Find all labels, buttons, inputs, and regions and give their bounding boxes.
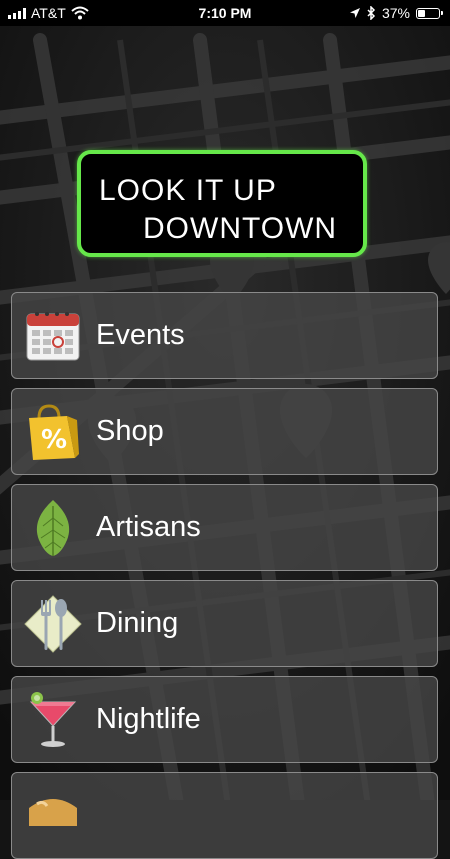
menu-item-shop[interactable]: % Shop xyxy=(11,388,438,475)
menu-item-nightlife[interactable]: Nightlife xyxy=(11,676,438,763)
logo-line1: LOOK IT UP xyxy=(99,174,277,208)
app-logo: LOOK IT UP DOWNTOWN xyxy=(77,150,367,257)
location-icon xyxy=(349,8,360,18)
menu-item-label: Dining xyxy=(96,607,179,639)
menu-item-dining[interactable]: Dining xyxy=(11,580,438,667)
shopping-bag-icon: % xyxy=(29,404,79,460)
menu-item-artisans[interactable]: Artisans xyxy=(11,484,438,571)
svg-text:%: % xyxy=(41,425,67,455)
leaf-icon xyxy=(36,500,70,556)
bread-icon xyxy=(29,799,77,826)
calendar-icon xyxy=(26,312,80,361)
menu-item-label: Artisans xyxy=(96,511,201,543)
menu-item-label: Shop xyxy=(96,415,164,447)
battery-percent: 37% xyxy=(381,5,410,21)
menu-item-partial[interactable] xyxy=(11,772,438,859)
cocktail-icon xyxy=(29,692,77,747)
status-right: 37% xyxy=(349,0,443,26)
menu-item-label: Nightlife xyxy=(96,703,201,735)
fork-spoon-icon xyxy=(24,595,82,653)
menu-item-events[interactable]: Events xyxy=(11,292,438,379)
status-bar: AT&T 7:10 PM 37% xyxy=(0,0,450,26)
logo-line2: DOWNTOWN xyxy=(143,212,338,245)
battery-icon xyxy=(416,7,443,19)
logo-line1-text: LOOK IT UP xyxy=(99,174,277,207)
menu-item-label: Events xyxy=(96,319,185,351)
battery-fill xyxy=(418,9,425,17)
bluetooth-icon xyxy=(367,6,376,20)
